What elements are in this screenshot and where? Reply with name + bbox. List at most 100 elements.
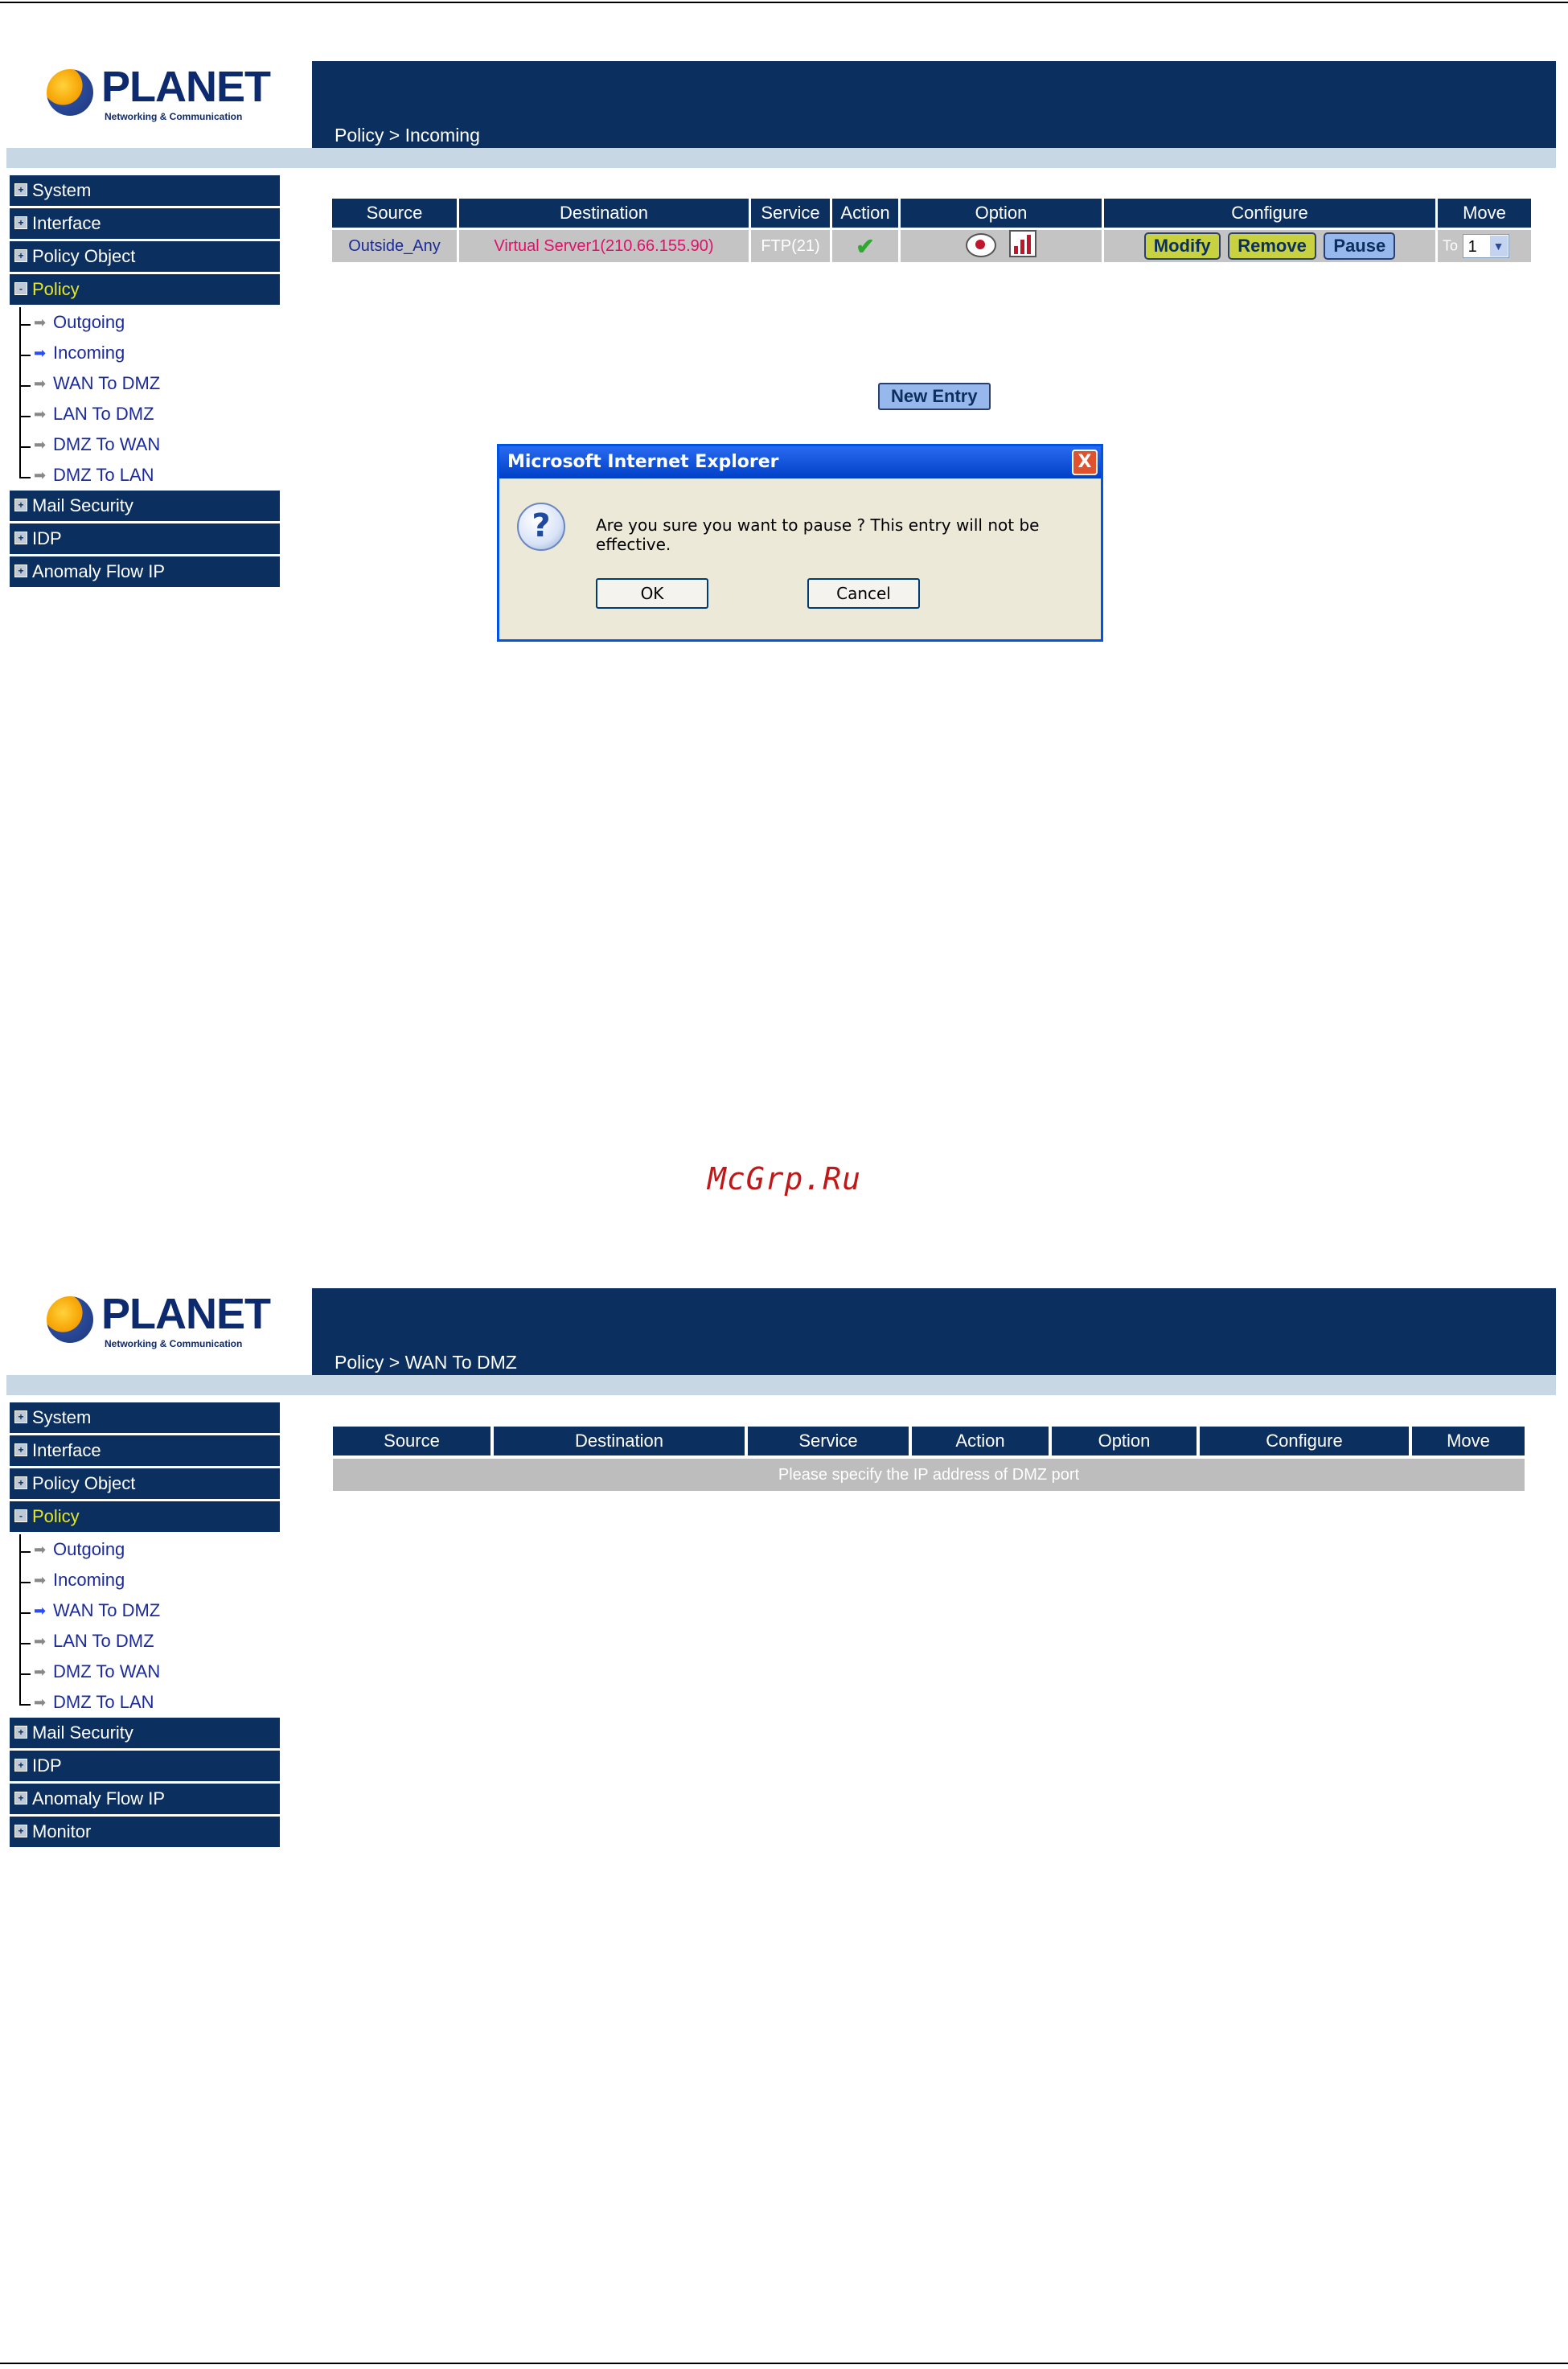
sidebar-subitem-label: DMZ To WAN: [53, 434, 161, 454]
expand-icon: +: [14, 1825, 27, 1838]
tree-branch: [19, 1551, 31, 1553]
dialog-title: Microsoft Internet Explorer: [507, 452, 779, 472]
sidebar-item-policy[interactable]: - Policy: [10, 1501, 280, 1532]
modify-button[interactable]: Modify: [1143, 232, 1221, 260]
screenshot-policy-wan-to-dmz: PLANET Networking & Communication Policy…: [0, 1282, 1556, 1893]
cell-source[interactable]: Outside_Any: [332, 230, 457, 262]
move-select[interactable]: 1 ▼: [1462, 234, 1509, 258]
tree-line: [19, 307, 21, 338]
tree-branch: [19, 446, 31, 448]
eye-icon[interactable]: [965, 233, 996, 257]
new-entry-button[interactable]: New Entry: [878, 383, 991, 410]
ok-button[interactable]: OK: [596, 578, 708, 609]
tree-branch: [19, 477, 31, 478]
sidebar-item-label: Policy: [32, 1506, 80, 1526]
cancel-button[interactable]: Cancel: [807, 578, 920, 609]
sidebar-subitem-dmz-to-lan[interactable]: ➡ DMZ To LAN: [10, 1687, 280, 1718]
header-strip: [6, 148, 1556, 168]
sidebar-item-label: Interface: [32, 213, 101, 233]
expand-icon: +: [14, 216, 27, 230]
table-header-row: Source Destination Service Action Option…: [332, 199, 1531, 228]
col-action: Action: [912, 1427, 1049, 1455]
col-destination: Destination: [494, 1427, 745, 1455]
col-source: Source: [332, 199, 457, 228]
pause-button[interactable]: Pause: [1324, 232, 1396, 260]
sidebar-item-anomaly-flow-ip[interactable]: + Anomaly Flow IP: [10, 1784, 280, 1814]
tree-branch: [19, 416, 31, 417]
sidebar-item-policy-object[interactable]: + Policy Object: [10, 1468, 280, 1499]
sidebar-item-monitor[interactable]: + Monitor: [10, 1817, 280, 1847]
sidebar-item-label: Monitor: [32, 1821, 92, 1841]
page-top-rule: [0, 2, 1568, 3]
sidebar-item-label: Anomaly Flow IP: [32, 561, 166, 581]
tree-line: [19, 1595, 21, 1626]
sidebar-item-policy-object[interactable]: + Policy Object: [10, 241, 280, 272]
arrow-right-icon: ➡: [34, 314, 47, 331]
sidebar-item-mail-security[interactable]: + Mail Security: [10, 491, 280, 521]
logo-tagline: Networking & Communication: [105, 1338, 243, 1349]
col-move: Move: [1412, 1427, 1525, 1455]
sidebar-item-anomaly-flow-ip[interactable]: + Anomaly Flow IP: [10, 556, 280, 587]
col-action: Action: [832, 199, 898, 228]
table-message: Please specify the IP address of DMZ por…: [333, 1459, 1525, 1491]
col-service: Service: [748, 1427, 909, 1455]
confirm-dialog: Microsoft Internet Explorer X ? Are you …: [497, 444, 1103, 642]
sidebar-item-system[interactable]: + System: [10, 175, 280, 206]
sidebar-item-mail-security[interactable]: + Mail Security: [10, 1718, 280, 1748]
dialog-titlebar[interactable]: Microsoft Internet Explorer X: [499, 446, 1101, 478]
sidebar-item-idp[interactable]: + IDP: [10, 523, 280, 554]
sidebar-item-interface[interactable]: + Interface: [10, 1435, 280, 1466]
sidebar-subitem-dmz-to-wan[interactable]: ➡ DMZ To WAN: [10, 1657, 280, 1687]
tree-line: [19, 1687, 21, 1705]
sidebar-subitem-incoming[interactable]: ➡ Incoming: [10, 338, 280, 368]
sidebar-subitem-lan-to-dmz[interactable]: ➡ LAN To DMZ: [10, 1626, 280, 1657]
question-icon: ?: [517, 503, 565, 551]
sidebar-item-label: System: [32, 180, 92, 200]
col-move: Move: [1438, 199, 1531, 228]
cell-destination[interactable]: Virtual Server1(210.66.155.90): [459, 230, 749, 262]
sidebar-subitem-label: Outgoing: [53, 312, 125, 332]
tree-line: [19, 429, 21, 460]
sidebar-subitem-lan-to-dmz[interactable]: ➡ LAN To DMZ: [10, 399, 280, 429]
sidebar-item-policy[interactable]: - Policy: [10, 274, 280, 305]
sidebar-subitem-label: WAN To DMZ: [53, 373, 161, 393]
sidebar-item-interface[interactable]: + Interface: [10, 208, 280, 239]
sidebar-subitem-dmz-to-lan[interactable]: ➡ DMZ To LAN: [10, 460, 280, 491]
tree-branch: [19, 324, 31, 326]
sidebar-subitem-incoming[interactable]: ➡ Incoming: [10, 1565, 280, 1595]
arrow-right-icon: ➡: [34, 437, 47, 453]
remove-button[interactable]: Remove: [1228, 232, 1316, 260]
tree-branch: [19, 1673, 31, 1675]
expand-icon: +: [14, 565, 27, 578]
table-header-row: Source Destination Service Action Option…: [333, 1427, 1525, 1455]
tree-line: [19, 1626, 21, 1657]
col-configure: Configure: [1104, 199, 1435, 228]
col-source: Source: [333, 1427, 491, 1455]
sidebar-item-idp[interactable]: + IDP: [10, 1751, 280, 1781]
sidebar-subitem-label: WAN To DMZ: [53, 1600, 161, 1620]
tree-line: [19, 1534, 21, 1565]
sidebar-subitem-wan-to-dmz[interactable]: ➡ WAN To DMZ: [10, 368, 280, 399]
sidebar-item-system[interactable]: + System: [10, 1402, 280, 1433]
expand-icon: +: [14, 1792, 27, 1805]
logo-brand: PLANET: [101, 63, 271, 111]
sidebar-subitem-dmz-to-wan[interactable]: ➡ DMZ To WAN: [10, 429, 280, 460]
sidebar-subitem-outgoing[interactable]: ➡ Outgoing: [10, 1534, 280, 1565]
sidebar-item-label: IDP: [32, 1755, 62, 1776]
col-option: Option: [1052, 1427, 1197, 1455]
sidebar-subitem-wan-to-dmz[interactable]: ➡ WAN To DMZ: [10, 1595, 280, 1626]
main-content: Source Destination Service Action Option…: [330, 1423, 1548, 1494]
sidebar-subitem-label: Incoming: [53, 343, 125, 363]
sidebar-item-label: System: [32, 1407, 92, 1427]
sidebar-item-label: Interface: [32, 1440, 101, 1460]
tree-branch: [19, 385, 31, 387]
chart-icon[interactable]: [1009, 230, 1037, 257]
close-icon[interactable]: X: [1072, 450, 1098, 475]
logo-tagline: Networking & Communication: [105, 111, 243, 122]
expand-icon: +: [14, 1759, 27, 1772]
expand-icon: +: [14, 1476, 27, 1490]
tree-branch: [19, 1582, 31, 1583]
sidebar-subitem-outgoing[interactable]: ➡ Outgoing: [10, 307, 280, 338]
col-configure: Configure: [1200, 1427, 1409, 1455]
tree-line: [19, 368, 21, 399]
